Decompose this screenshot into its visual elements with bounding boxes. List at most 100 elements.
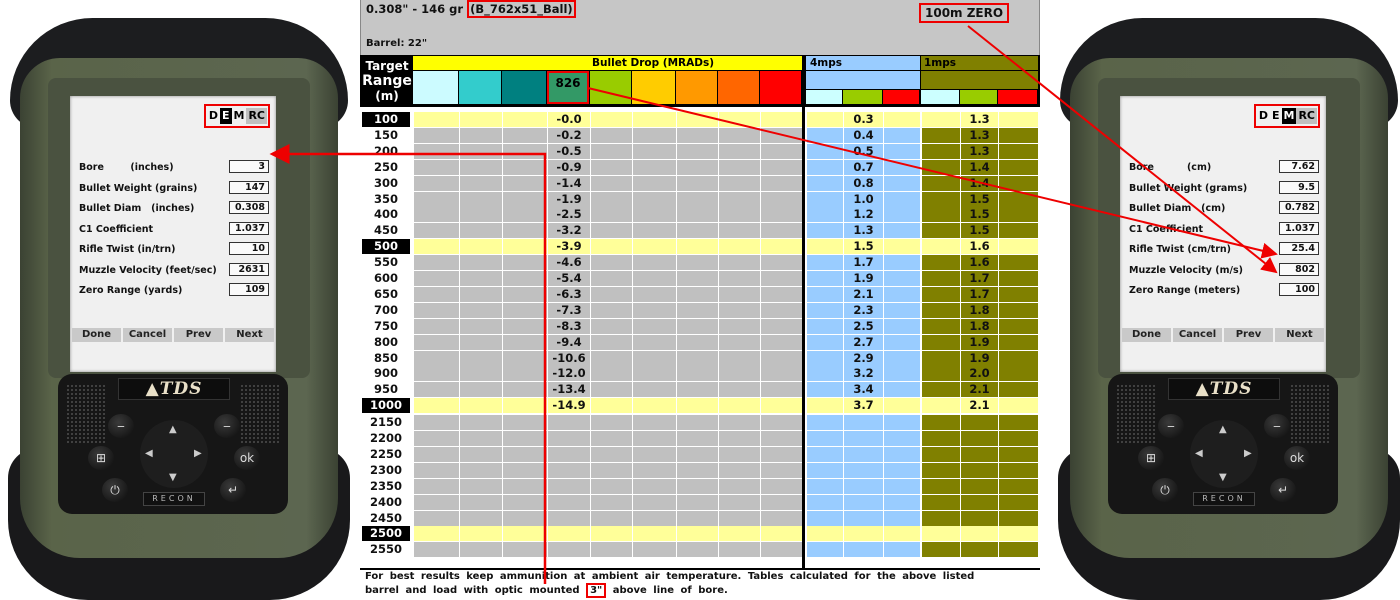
field-input[interactable]: 1.037 bbox=[1279, 221, 1319, 235]
drop-cell bbox=[502, 334, 547, 350]
field-input[interactable]: 9.5 bbox=[1279, 180, 1319, 194]
drop-cell bbox=[413, 175, 459, 191]
dpad-down-icon[interactable]: ▼ bbox=[1219, 472, 1227, 483]
dpad-right-icon[interactable]: ▶ bbox=[194, 448, 202, 459]
field-input[interactable]: 25.4 bbox=[1279, 242, 1319, 255]
field-row: Rifle Twist (in/trn) 10 bbox=[79, 242, 269, 258]
drop-cell bbox=[760, 286, 802, 302]
dpad-right-icon[interactable]: ▶ bbox=[1244, 448, 1252, 459]
drop-cell bbox=[502, 478, 547, 494]
ok-key[interactable]: ok bbox=[1284, 446, 1310, 470]
mode-rc[interactable]: RC bbox=[246, 108, 267, 124]
lead-cell bbox=[998, 462, 1038, 478]
drop-cell bbox=[632, 366, 676, 382]
field-input[interactable]: 1.037 bbox=[229, 221, 269, 235]
enter-key[interactable]: ↵ bbox=[1270, 478, 1296, 502]
optic-height: 3" bbox=[586, 583, 607, 598]
drop-cell bbox=[413, 239, 459, 255]
field-row: Bore (inches) 3 bbox=[79, 160, 269, 176]
prev-button[interactable]: Prev bbox=[174, 328, 223, 342]
soft-right-key[interactable]: ‒ bbox=[1264, 414, 1290, 438]
windows-key[interactable]: ⊞ bbox=[1138, 446, 1164, 470]
dpad[interactable]: ▲ ▼ ◀ ▶ bbox=[140, 420, 208, 488]
mode-m[interactable]: M bbox=[1281, 108, 1297, 124]
wind-cell bbox=[883, 510, 920, 526]
drop-cell bbox=[760, 350, 802, 366]
power-key[interactable]: ⏻ bbox=[102, 478, 128, 502]
tds-logo: ▲TDS bbox=[1168, 378, 1280, 400]
drop-cell bbox=[760, 334, 802, 350]
field-input[interactable]: 0.782 bbox=[1279, 201, 1319, 214]
dpad-left-icon[interactable]: ◀ bbox=[1195, 448, 1203, 459]
soft-left-key[interactable]: ‒ bbox=[1158, 414, 1184, 438]
drop-value: -1.4 bbox=[547, 175, 590, 191]
dpad-up-icon[interactable]: ▲ bbox=[1219, 424, 1227, 435]
field-input[interactable]: 100 bbox=[1279, 283, 1319, 296]
field-input[interactable]: 802 bbox=[1279, 262, 1319, 276]
drop-cell bbox=[590, 382, 632, 398]
device-screen: D E M RC Bore (cm) 7.62 Bullet Weight (gra… bbox=[1120, 96, 1326, 372]
drop-cell bbox=[502, 143, 547, 159]
mode-d[interactable]: D bbox=[207, 108, 220, 124]
done-button[interactable]: Done bbox=[72, 328, 121, 342]
drop-cell bbox=[760, 431, 802, 446]
field-input[interactable]: 0.308 bbox=[229, 201, 269, 214]
field-input[interactable]: 109 bbox=[229, 283, 269, 296]
drop-cell bbox=[718, 431, 760, 446]
mode-e[interactable]: E bbox=[219, 108, 232, 124]
lead-cell bbox=[998, 191, 1038, 207]
lead-cell bbox=[921, 415, 960, 431]
field-input[interactable]: 147 bbox=[229, 180, 269, 194]
soft-left-key[interactable]: ‒ bbox=[108, 414, 134, 438]
ok-key[interactable]: ok bbox=[234, 446, 260, 470]
wind-value bbox=[843, 542, 883, 558]
mode-m[interactable]: M bbox=[232, 108, 247, 124]
drop-cell bbox=[590, 127, 632, 143]
field-label: Bullet Diam (inches) bbox=[79, 203, 195, 214]
drop-cell bbox=[413, 318, 459, 334]
wind-cell bbox=[806, 223, 843, 239]
windows-key[interactable]: ⊞ bbox=[88, 446, 114, 470]
dpad-down-icon[interactable]: ▼ bbox=[169, 472, 177, 483]
drop-cell bbox=[459, 271, 502, 286]
drop-cell bbox=[760, 526, 802, 542]
mode-d[interactable]: D bbox=[1257, 108, 1270, 124]
dpad-up-icon[interactable]: ▲ bbox=[169, 424, 177, 435]
drop-value bbox=[547, 431, 590, 446]
wind-cell bbox=[883, 143, 920, 159]
power-key[interactable]: ⏻ bbox=[1152, 478, 1178, 502]
field-input[interactable]: 3 bbox=[229, 160, 269, 173]
cancel-button[interactable]: Cancel bbox=[1173, 328, 1222, 342]
mode-rc[interactable]: RC bbox=[1296, 108, 1317, 124]
soft-right-key[interactable]: ‒ bbox=[214, 414, 240, 438]
drop-cell bbox=[676, 286, 718, 302]
drop-cell bbox=[676, 446, 718, 462]
drop-cell bbox=[413, 127, 459, 143]
drop-cell bbox=[590, 223, 632, 239]
next-button[interactable]: Next bbox=[225, 328, 274, 342]
field-label: Bore (cm) bbox=[1129, 162, 1212, 173]
dpad-left-icon[interactable]: ◀ bbox=[145, 448, 153, 459]
mode-e[interactable]: E bbox=[1270, 108, 1282, 124]
wind-cell bbox=[806, 127, 843, 143]
drop-cell bbox=[590, 334, 632, 350]
lead-cell bbox=[921, 223, 960, 239]
wind-cell bbox=[806, 318, 843, 334]
drop-value: -0.0 bbox=[547, 112, 590, 127]
field-input[interactable]: 7.62 bbox=[1279, 160, 1319, 173]
field-input[interactable]: 2631 bbox=[229, 262, 269, 276]
wind-value bbox=[843, 415, 883, 431]
field-input[interactable]: 10 bbox=[229, 242, 269, 255]
next-button[interactable]: Next bbox=[1275, 328, 1324, 342]
dpad[interactable]: ▲ ▼ ◀ ▶ bbox=[1190, 420, 1258, 488]
wind-cell bbox=[883, 318, 920, 334]
done-button[interactable]: Done bbox=[1122, 328, 1171, 342]
cancel-button[interactable]: Cancel bbox=[123, 328, 172, 342]
velocity-swatch: 826 bbox=[547, 71, 589, 104]
drop-cell bbox=[413, 415, 459, 431]
drop-value: -12.0 bbox=[547, 366, 590, 382]
enter-key[interactable]: ↵ bbox=[220, 478, 246, 502]
drop-cell bbox=[676, 510, 718, 526]
prev-button[interactable]: Prev bbox=[1224, 328, 1273, 342]
field-row: Muzzle Velocity (feet/sec) 2631 bbox=[79, 262, 269, 279]
